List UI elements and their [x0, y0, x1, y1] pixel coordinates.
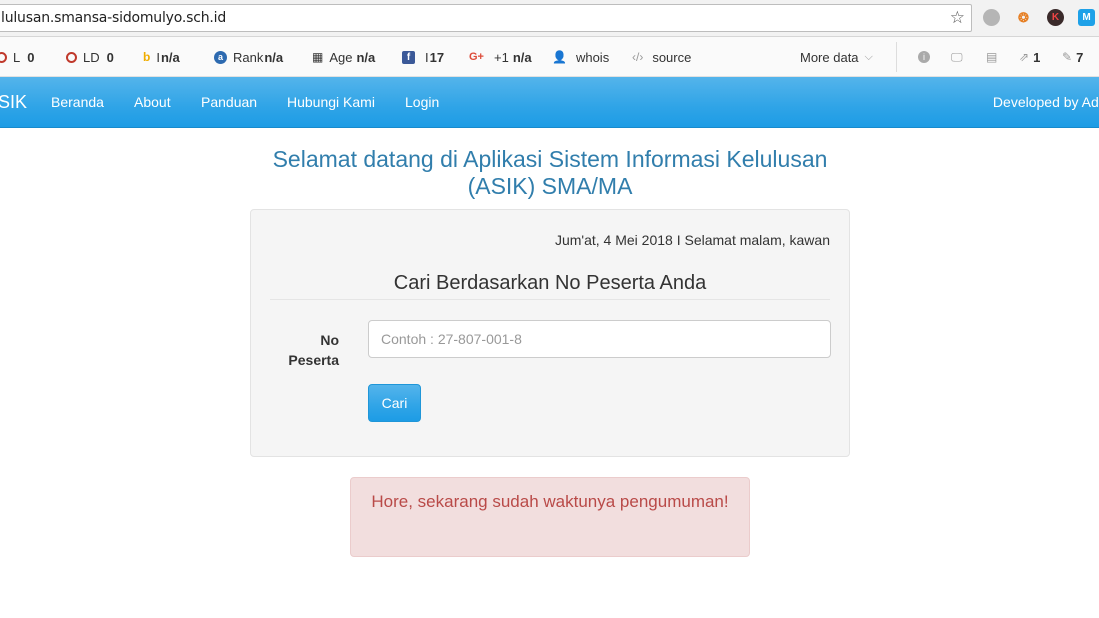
nav-link-hubungi-kami[interactable]: Hubungi Kami [287, 94, 375, 110]
navbar-brand[interactable]: SIK [0, 92, 27, 113]
facebook-icon: f [402, 50, 415, 64]
seo-label: I [156, 49, 160, 65]
site-navbar: SIK Beranda About Panduan Hubungi Kami L… [0, 77, 1099, 128]
seo-label: Age [329, 49, 353, 65]
seo-item-bing-index[interactable]: b I n/a [143, 49, 180, 65]
seo-edit-links[interactable]: ✎ 7 [1062, 49, 1083, 65]
seo-label: +1 [493, 49, 509, 65]
alexa-icon: a [214, 50, 227, 64]
circle-icon [66, 51, 77, 63]
seo-item-alexa-rank[interactable]: a Rank n/a [214, 49, 283, 65]
seo-info-button[interactable]: i [918, 49, 930, 65]
url-field[interactable]: lulusan.smansa-sidomulyo.sch.id ☆ [0, 4, 972, 32]
browser-address-bar: lulusan.smansa-sidomulyo.sch.id ☆ ❂ K M [0, 0, 1099, 37]
seo-item-links[interactable]: L 0 [0, 49, 34, 65]
seo-label: I [425, 49, 429, 65]
seo-label: source [652, 49, 692, 65]
seo-item-linking-domains[interactable]: LD 0 [66, 49, 114, 65]
extension-m-icon[interactable]: M [1078, 9, 1095, 26]
google-plus-icon: G+ [469, 51, 484, 63]
announcement-alert: Hore, sekarang sudah waktunya pengumuman… [350, 477, 750, 557]
form-legend: Cari Berdasarkan No Peserta Anda [270, 272, 830, 300]
date-greeting: Jum'at, 4 Mei 2018 I Selamat malam, kawa… [554, 232, 830, 248]
bookmark-star-icon[interactable]: ☆ [950, 8, 965, 28]
extension-seo-icon[interactable]: ❂ [1015, 9, 1032, 26]
seo-label: Rank [233, 49, 264, 65]
edit-links-count: 7 [1076, 49, 1084, 65]
nav-link-beranda[interactable]: Beranda [51, 94, 104, 110]
seo-item-facebook[interactable]: f I 17 [402, 49, 444, 65]
seo-label: L [13, 49, 21, 65]
code-icon: ‹/› [632, 50, 644, 64]
seo-external-links[interactable]: ⇗ 1 [1019, 49, 1040, 65]
seo-item-whois[interactable]: 👤 whois [552, 49, 609, 65]
more-data-label: More data [800, 49, 859, 65]
chevron-down-icon: ⌵ [864, 50, 873, 63]
seo-value: 0 [27, 49, 35, 65]
navbar-developer-credit: Developed by Adil [992, 94, 1099, 110]
cari-button[interactable]: Cari [368, 384, 421, 422]
no-peserta-input[interactable] [368, 320, 831, 358]
seo-value: n/a [356, 49, 376, 65]
seo-label: LD [83, 49, 100, 65]
user-icon: 👤 [552, 50, 567, 64]
nav-link-about[interactable]: About [134, 94, 171, 110]
monitor-icon: 🖵 [951, 49, 963, 64]
seo-toolbar: L 0 LD 0 b I n/a a Rank n/a ▦ Age n/a f … [0, 37, 1099, 77]
page-icon: ▤ [986, 50, 998, 64]
seo-item-age[interactable]: ▦ Age n/a [312, 49, 375, 65]
circle-icon [0, 51, 7, 63]
external-links-count: 1 [1033, 49, 1041, 65]
edit-icon: ✎ [1062, 50, 1073, 64]
calendar-icon: ▦ [312, 50, 324, 64]
seo-label: whois [575, 49, 610, 65]
seo-density-button[interactable]: 🖵 [951, 49, 963, 65]
seo-value: n/a [160, 49, 180, 65]
bing-icon: b [143, 50, 151, 64]
toolbar-divider [896, 42, 897, 72]
extension-k-icon[interactable]: K [1047, 9, 1064, 26]
more-data-dropdown[interactable]: More data ⌵ [800, 49, 873, 65]
search-panel: Jum'at, 4 Mei 2018 I Selamat malam, kawa… [250, 209, 850, 457]
external-link-icon: ⇗ [1019, 50, 1030, 64]
extension-grey-icon[interactable] [983, 9, 1000, 26]
nav-link-login[interactable]: Login [405, 94, 439, 110]
info-icon: i [918, 51, 930, 63]
seo-item-source[interactable]: ‹/› source [632, 49, 691, 65]
url-text: lulusan.smansa-sidomulyo.sch.id [1, 10, 227, 26]
seo-page-button[interactable]: ▤ [986, 49, 997, 65]
seo-item-google-plus[interactable]: G+ +1 n/a [469, 49, 532, 65]
seo-value: n/a [512, 49, 532, 65]
no-peserta-label: No Peserta [288, 332, 339, 368]
seo-value: 0 [106, 49, 114, 65]
seo-value: n/a [264, 49, 284, 65]
nav-link-panduan[interactable]: Panduan [201, 94, 257, 110]
page-title: Selamat datang di Aplikasi Sistem Inform… [272, 146, 828, 199]
seo-value: 17 [429, 49, 445, 65]
